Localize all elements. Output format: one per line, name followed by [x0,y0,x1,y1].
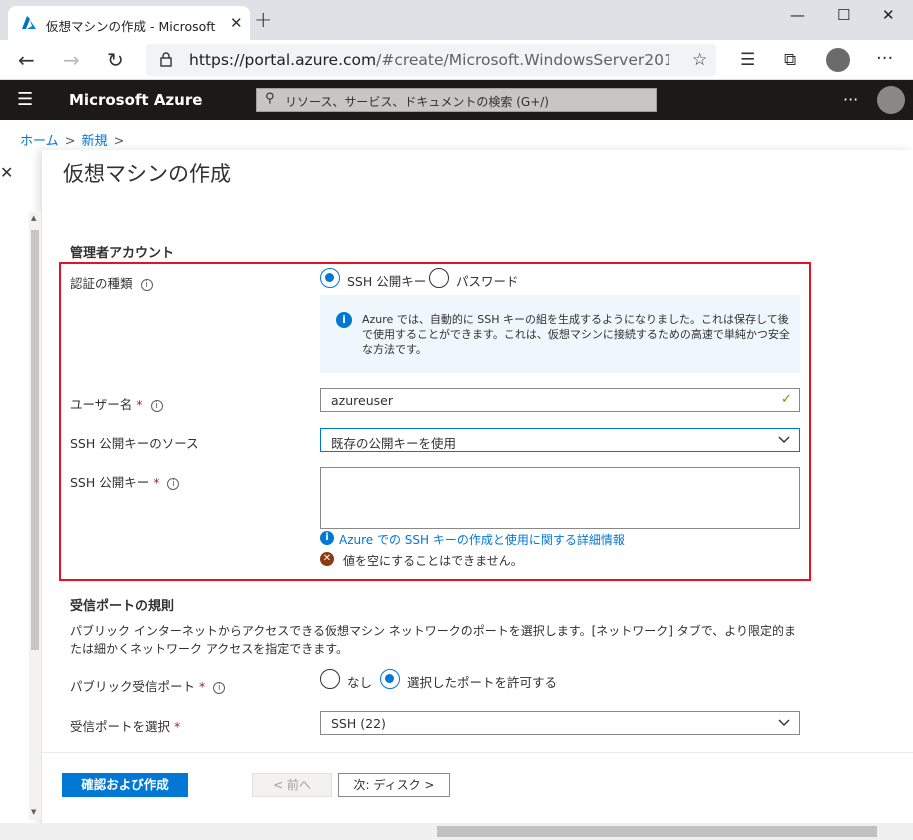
select-ports-dropdown[interactable]: SSH (22) [320,711,800,735]
radio-password-label: パスワード [456,274,519,289]
radio-password[interactable] [429,268,449,288]
tab-title: 仮想マシンの作成 - Microsoft Azure [46,19,218,34]
breadcrumb-new[interactable]: 新規 [82,134,108,149]
forward-arrow-icon[interactable]: → [63,48,80,72]
inbound-description: パブリック インターネットからアクセスできる仮想マシン ネットワークのポートを選… [70,624,797,656]
ssh-learn-more-link[interactable]: Azure での SSH キーの作成と使用に関する詳細情報 [339,531,625,548]
info-circle-icon: i [336,312,352,328]
browser-tab[interactable]: 仮想マシンの作成 - Microsoft Azure ✕ [8,6,250,40]
info-icon[interactable]: i [150,399,163,412]
radio-allow-selected[interactable] [380,669,400,689]
error-message: 値を空にすることはできません。 [343,554,523,568]
page-title: 仮想マシンの作成 [63,162,231,186]
browser-toolbar: ← → ↻ https://portal.azure.com/#create/M… [0,40,913,80]
azure-more-icon[interactable]: ··· [843,90,858,109]
chevron-down-icon [778,436,790,443]
username-label: ユーザー名 * i [70,394,163,413]
refresh-icon[interactable]: ↻ [107,48,124,72]
scroll-down-icon[interactable]: ▼ [31,808,36,816]
next-disks-button[interactable]: 次: ディスク > [338,773,450,797]
new-tab-button[interactable]: + [254,8,272,33]
tab-close-icon[interactable]: ✕ [230,14,243,32]
azure-header: ☰ Microsoft Azure ⚲ リソース、サービス、ドキュメントの検索 … [0,80,913,120]
info-icon[interactable]: i [140,278,153,291]
scroll-up-icon[interactable]: ▲ [31,214,36,222]
valid-check-icon: ✓ [781,392,792,407]
close-window-button[interactable]: ✕ [882,6,895,24]
ssh-source-select[interactable]: 既存の公開キーを使用 [320,428,800,452]
close-blade-icon[interactable]: ✕ [0,163,13,182]
azure-brand[interactable]: Microsoft Azure [69,91,202,109]
ssh-info-text: Azure では、自動的に SSH キーの組を生成するようになりました。これは保… [362,313,790,356]
review-create-button[interactable]: 確認および作成 [62,773,188,797]
chevron-down-icon [778,719,790,726]
collections-icon[interactable]: ⧉ [784,50,796,70]
ssh-source-label: SSH 公開キーのソース [70,436,199,451]
radio-none-label: なし [347,675,373,690]
ssh-info-box: i Azure では、自動的に SSH キーの組を生成するようになりました。これ… [320,295,800,373]
username-input[interactable]: azureuser ✓ [320,388,800,412]
radio-none[interactable] [320,669,340,689]
footer-divider [42,752,913,753]
radio-allow-selected-label: 選択したポートを許可する [407,675,558,690]
favorites-list-icon[interactable]: ☰ [740,50,755,70]
profile-avatar[interactable] [826,48,850,72]
previous-button[interactable]: < 前へ [252,773,332,797]
azure-logo-icon [22,16,36,29]
error-icon: ✕ [320,552,334,566]
horizontal-scroll-thumb[interactable] [437,826,877,837]
ssh-key-label: SSH 公開キー * i [70,472,180,491]
back-arrow-icon[interactable]: ← [18,48,35,72]
lock-icon [160,52,172,67]
favorite-star-icon[interactable]: ☆ [692,50,707,70]
breadcrumb-home[interactable]: ホーム [20,134,59,149]
radio-ssh-key-label: SSH 公開キー [347,274,427,289]
minimize-button[interactable]: — [790,6,805,24]
vertical-scroll-thumb[interactable] [31,230,39,650]
info-icon[interactable]: i [167,477,180,490]
url-text: https://portal.azure.com/#create/Microso… [189,51,669,69]
maximize-button[interactable]: ☐ [837,6,850,24]
auth-type-label: 認証の種類 i [70,273,153,292]
inbound-section-title: 受信ポートの規則 [70,599,175,614]
info-icon[interactable]: i [213,681,226,694]
info-circle-icon: i [320,531,334,545]
select-ports-label: 受信ポートを選択 * [70,719,181,734]
admin-section-title: 管理者アカウント [70,246,175,261]
ssh-key-textarea[interactable] [320,467,800,529]
menu-hamburger-icon[interactable]: ☰ [17,89,33,110]
address-bar[interactable]: https://portal.azure.com/#create/Microso… [146,44,716,76]
browser-titlebar: 仮想マシンの作成 - Microsoft Azure ✕ + — ☐ ✕ [0,0,913,40]
settings-more-icon[interactable]: ··· [876,48,893,69]
breadcrumb: ホーム > 新規 > [20,134,125,149]
search-icon: ⚲ [265,91,275,106]
user-avatar[interactable] [877,86,905,114]
radio-ssh-key[interactable] [320,268,340,288]
azure-search-input[interactable]: ⚲ リソース、サービス、ドキュメントの検索 (G+/) [256,88,657,112]
public-ports-label: パブリック受信ポート * i [70,676,226,695]
search-placeholder: リソース、サービス、ドキュメントの検索 (G+/) [285,95,549,109]
